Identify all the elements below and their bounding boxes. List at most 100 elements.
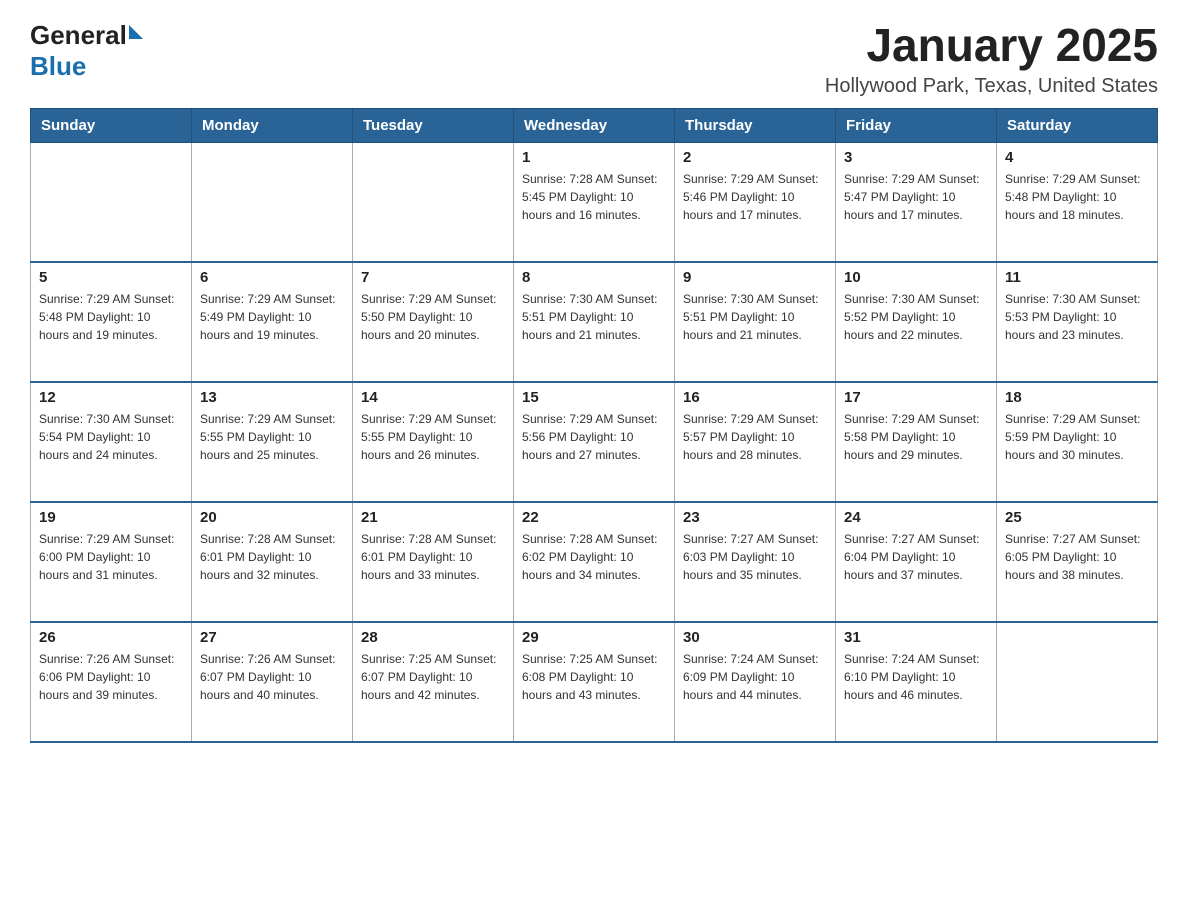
calendar-header-monday: Monday (192, 108, 353, 142)
day-number: 22 (522, 509, 666, 526)
day-number: 7 (361, 269, 505, 286)
calendar-cell: 15 Sunrise: 7:29 AM Sunset: 5:56 PM Dayli… (514, 382, 675, 502)
day-number: 13 (200, 389, 344, 406)
calendar-cell: 6Sunrise: 7:29 AM Sunset: 5:49 PM Daylig… (192, 262, 353, 382)
day-number: 21 (361, 509, 505, 526)
calendar-cell: 7 Sunrise: 7:29 AM Sunset: 5:50 PM Daylig… (353, 262, 514, 382)
calendar-week-row: 19 Sunrise: 7:29 AM Sunset: 6:00 PM Dayli… (31, 502, 1158, 622)
calendar-week-row: 1 Sunrise: 7:28 AM Sunset: 5:45 PM Daylig… (31, 142, 1158, 262)
calendar-cell: 22 Sunrise: 7:28 AM Sunset: 6:02 PM Dayli… (514, 502, 675, 622)
calendar-cell: 26Sunrise: 7:26 AM Sunset: 6:06 PM Dayli… (31, 622, 192, 742)
day-info: Sunrise: 7:29 AM Sunset: 5:58 PM Dayligh… (844, 410, 988, 464)
calendar-table: SundayMondayTuesdayWednesdayThursdayFrid… (30, 108, 1158, 744)
day-number: 11 (1005, 269, 1149, 286)
day-info: Sunrise: 7:28 AM Sunset: 6:01 PM Dayligh… (361, 530, 505, 584)
calendar-cell: 13 Sunrise: 7:29 AM Sunset: 5:55 PM Dayli… (192, 382, 353, 502)
logo-blue-text: Blue (30, 51, 86, 82)
calendar-header-thursday: Thursday (675, 108, 836, 142)
calendar-cell (997, 622, 1158, 742)
day-number: 8 (522, 269, 666, 286)
day-number: 24 (844, 509, 988, 526)
calendar-cell: 8 Sunrise: 7:30 AM Sunset: 5:51 PM Daylig… (514, 262, 675, 382)
day-info: Sunrise: 7:25 AM Sunset: 6:07 PM Dayligh… (361, 650, 505, 704)
calendar-week-row: 12 Sunrise: 7:30 AM Sunset: 5:54 PM Dayli… (31, 382, 1158, 502)
day-info: Sunrise: 7:29 AM Sunset: 5:47 PM Dayligh… (844, 170, 988, 224)
calendar-cell: 1 Sunrise: 7:28 AM Sunset: 5:45 PM Daylig… (514, 142, 675, 262)
day-number: 18 (1005, 389, 1149, 406)
calendar-header-tuesday: Tuesday (353, 108, 514, 142)
calendar-cell: 5Sunrise: 7:29 AM Sunset: 5:48 PM Daylig… (31, 262, 192, 382)
day-info: Sunrise: 7:28 AM Sunset: 6:02 PM Dayligh… (522, 530, 666, 584)
calendar-cell: 2Sunrise: 7:29 AM Sunset: 5:46 PM Daylig… (675, 142, 836, 262)
calendar-cell: 17 Sunrise: 7:29 AM Sunset: 5:58 PM Dayli… (836, 382, 997, 502)
day-info: Sunrise: 7:25 AM Sunset: 6:08 PM Dayligh… (522, 650, 666, 704)
day-info: Sunrise: 7:30 AM Sunset: 5:52 PM Dayligh… (844, 290, 988, 344)
day-number: 1 (522, 149, 666, 166)
calendar-cell: 25 Sunrise: 7:27 AM Sunset: 6:05 PM Dayli… (997, 502, 1158, 622)
day-info: Sunrise: 7:29 AM Sunset: 5:49 PM Dayligh… (200, 290, 344, 344)
calendar-header-sunday: Sunday (31, 108, 192, 142)
day-number: 4 (1005, 149, 1149, 166)
calendar-cell: 16 Sunrise: 7:29 AM Sunset: 5:57 PM Dayli… (675, 382, 836, 502)
day-info: Sunrise: 7:26 AM Sunset: 6:07 PM Dayligh… (200, 650, 344, 704)
day-number: 17 (844, 389, 988, 406)
calendar-cell (192, 142, 353, 262)
calendar-week-row: 26Sunrise: 7:26 AM Sunset: 6:06 PM Dayli… (31, 622, 1158, 742)
calendar-cell: 3 Sunrise: 7:29 AM Sunset: 5:47 PM Daylig… (836, 142, 997, 262)
calendar-cell (31, 142, 192, 262)
day-info: Sunrise: 7:26 AM Sunset: 6:06 PM Dayligh… (39, 650, 183, 704)
day-info: Sunrise: 7:28 AM Sunset: 5:45 PM Dayligh… (522, 170, 666, 224)
day-info: Sunrise: 7:30 AM Sunset: 5:53 PM Dayligh… (1005, 290, 1149, 344)
day-info: Sunrise: 7:24 AM Sunset: 6:09 PM Dayligh… (683, 650, 827, 704)
calendar-cell: 18 Sunrise: 7:29 AM Sunset: 5:59 PM Dayli… (997, 382, 1158, 502)
day-info: Sunrise: 7:27 AM Sunset: 6:05 PM Dayligh… (1005, 530, 1149, 584)
page-subtitle: Hollywood Park, Texas, United States (825, 75, 1158, 98)
day-info: Sunrise: 7:29 AM Sunset: 5:57 PM Dayligh… (683, 410, 827, 464)
calendar-cell (353, 142, 514, 262)
day-info: Sunrise: 7:29 AM Sunset: 5:48 PM Dayligh… (1005, 170, 1149, 224)
calendar-cell: 29Sunrise: 7:25 AM Sunset: 6:08 PM Dayli… (514, 622, 675, 742)
day-number: 31 (844, 629, 988, 646)
calendar-header-wednesday: Wednesday (514, 108, 675, 142)
day-info: Sunrise: 7:28 AM Sunset: 6:01 PM Dayligh… (200, 530, 344, 584)
day-info: Sunrise: 7:30 AM Sunset: 5:51 PM Dayligh… (683, 290, 827, 344)
page-header: General Blue January 2025 Hollywood Park… (30, 20, 1158, 98)
day-number: 12 (39, 389, 183, 406)
day-number: 23 (683, 509, 827, 526)
calendar-cell: 21 Sunrise: 7:28 AM Sunset: 6:01 PM Dayli… (353, 502, 514, 622)
day-number: 27 (200, 629, 344, 646)
day-info: Sunrise: 7:29 AM Sunset: 5:55 PM Dayligh… (361, 410, 505, 464)
day-info: Sunrise: 7:30 AM Sunset: 5:51 PM Dayligh… (522, 290, 666, 344)
calendar-cell: 20 Sunrise: 7:28 AM Sunset: 6:01 PM Dayli… (192, 502, 353, 622)
calendar-cell: 24Sunrise: 7:27 AM Sunset: 6:04 PM Dayli… (836, 502, 997, 622)
calendar-cell: 4 Sunrise: 7:29 AM Sunset: 5:48 PM Daylig… (997, 142, 1158, 262)
calendar-cell: 30Sunrise: 7:24 AM Sunset: 6:09 PM Dayli… (675, 622, 836, 742)
day-number: 15 (522, 389, 666, 406)
day-number: 3 (844, 149, 988, 166)
logo-general-text: General (30, 20, 127, 51)
calendar-cell: 12 Sunrise: 7:30 AM Sunset: 5:54 PM Dayli… (31, 382, 192, 502)
day-info: Sunrise: 7:29 AM Sunset: 5:48 PM Dayligh… (39, 290, 183, 344)
day-info: Sunrise: 7:29 AM Sunset: 6:00 PM Dayligh… (39, 530, 183, 584)
day-number: 20 (200, 509, 344, 526)
day-info: Sunrise: 7:29 AM Sunset: 5:55 PM Dayligh… (200, 410, 344, 464)
day-info: Sunrise: 7:29 AM Sunset: 5:59 PM Dayligh… (1005, 410, 1149, 464)
calendar-cell: 11 Sunrise: 7:30 AM Sunset: 5:53 PM Dayli… (997, 262, 1158, 382)
calendar-cell: 19 Sunrise: 7:29 AM Sunset: 6:00 PM Dayli… (31, 502, 192, 622)
calendar-header-saturday: Saturday (997, 108, 1158, 142)
calendar-cell: 28Sunrise: 7:25 AM Sunset: 6:07 PM Dayli… (353, 622, 514, 742)
logo-arrow-icon (129, 25, 143, 39)
day-info: Sunrise: 7:24 AM Sunset: 6:10 PM Dayligh… (844, 650, 988, 704)
calendar-cell: 31 Sunrise: 7:24 AM Sunset: 6:10 PM Dayli… (836, 622, 997, 742)
day-info: Sunrise: 7:27 AM Sunset: 6:03 PM Dayligh… (683, 530, 827, 584)
day-number: 10 (844, 269, 988, 286)
day-info: Sunrise: 7:30 AM Sunset: 5:54 PM Dayligh… (39, 410, 183, 464)
day-number: 25 (1005, 509, 1149, 526)
day-info: Sunrise: 7:29 AM Sunset: 5:50 PM Dayligh… (361, 290, 505, 344)
calendar-cell: 10 Sunrise: 7:30 AM Sunset: 5:52 PM Dayli… (836, 262, 997, 382)
calendar-cell: 14Sunrise: 7:29 AM Sunset: 5:55 PM Dayli… (353, 382, 514, 502)
day-number: 19 (39, 509, 183, 526)
day-info: Sunrise: 7:29 AM Sunset: 5:56 PM Dayligh… (522, 410, 666, 464)
day-number: 16 (683, 389, 827, 406)
day-number: 2 (683, 149, 827, 166)
